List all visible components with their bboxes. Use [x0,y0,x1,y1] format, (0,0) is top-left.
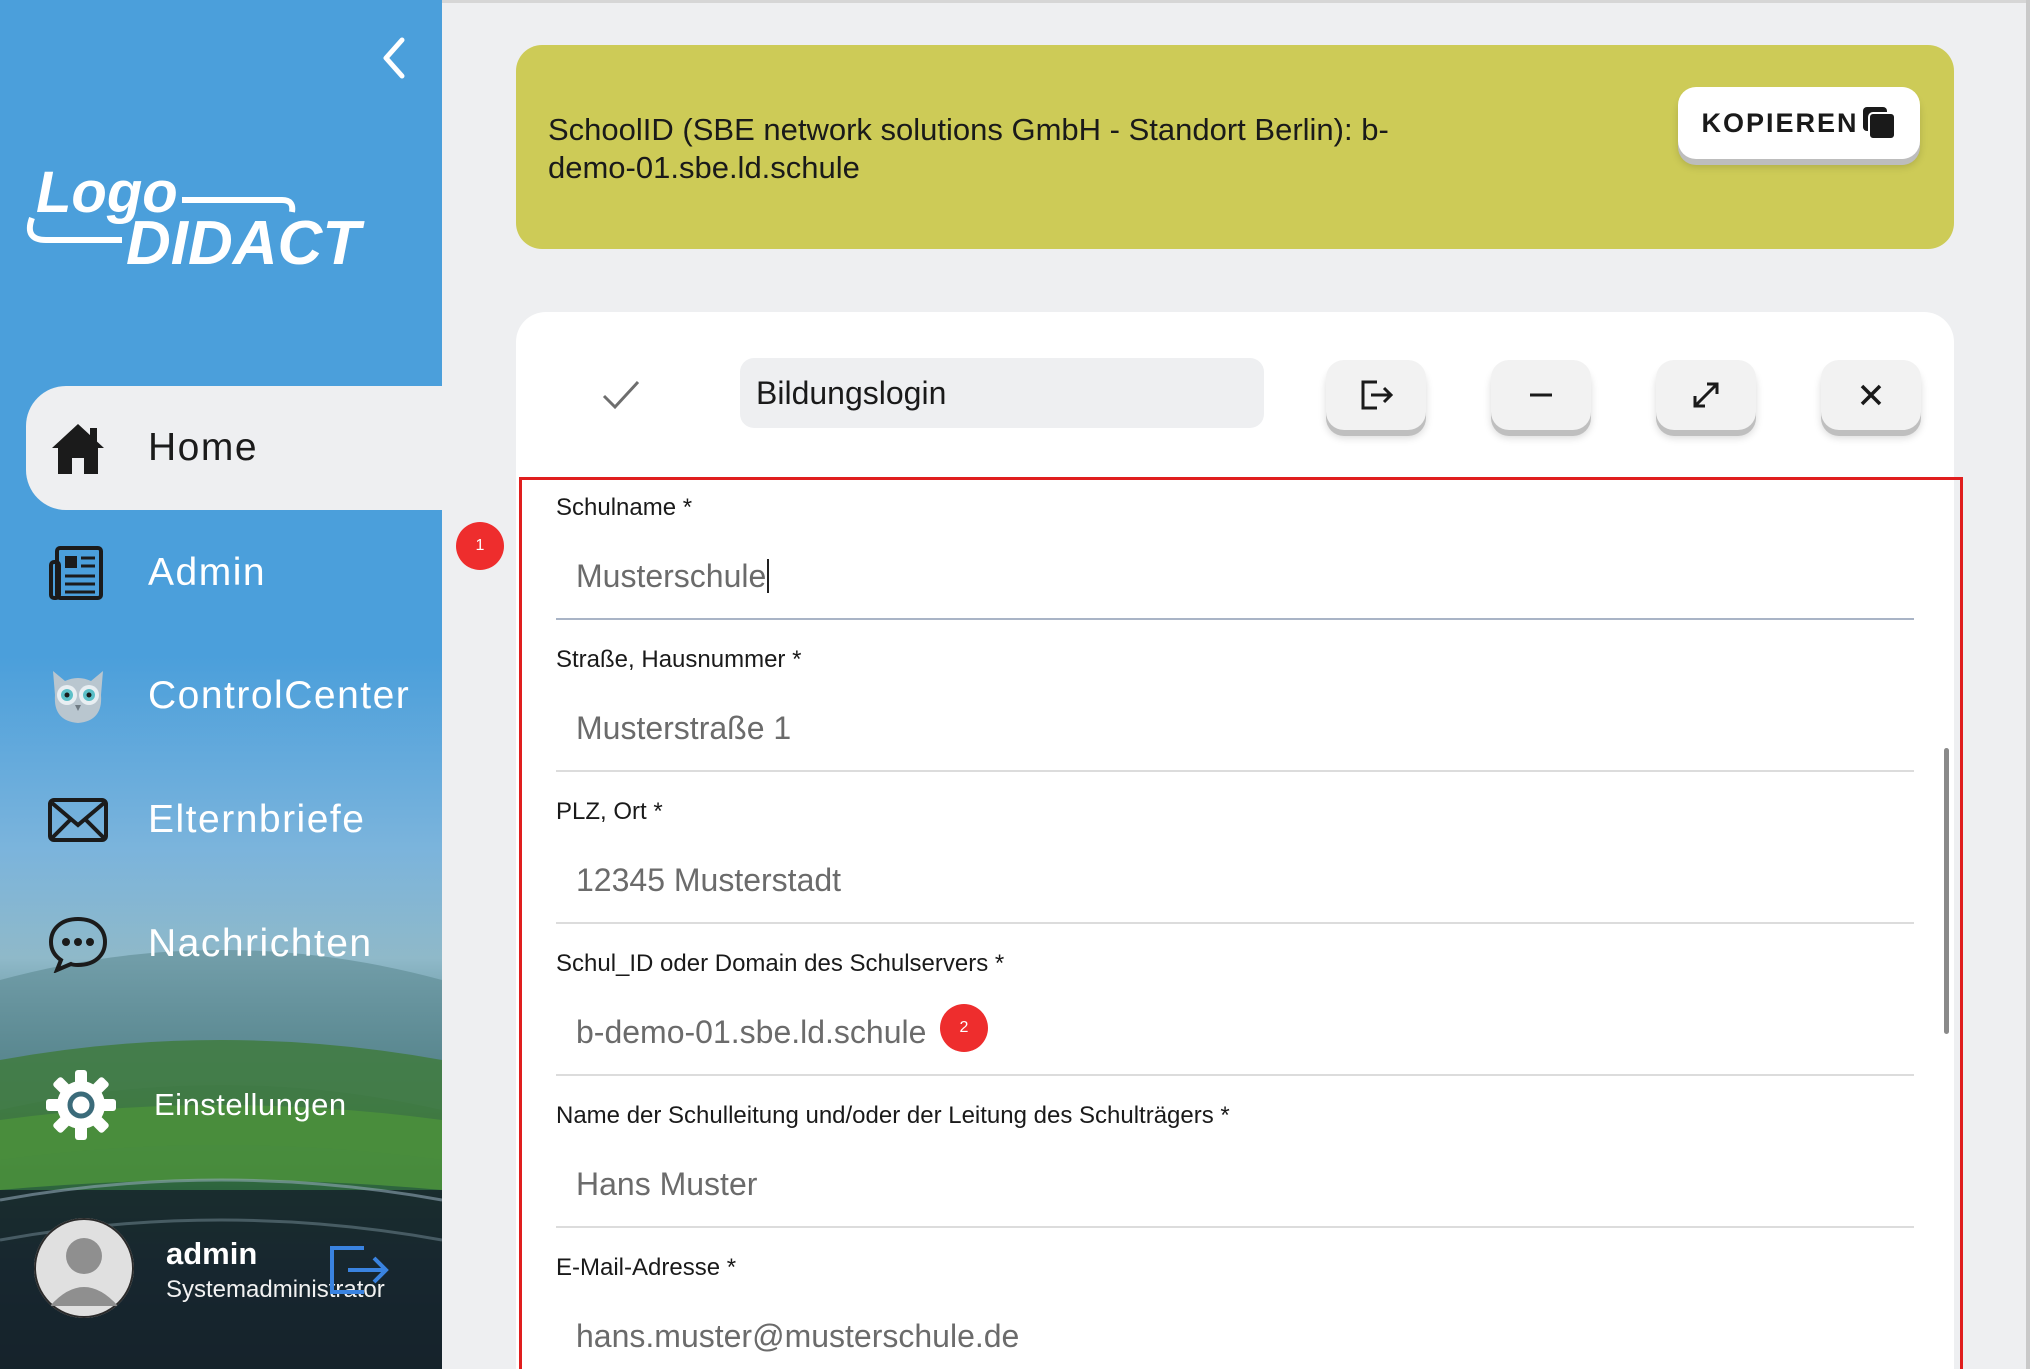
schulname-input[interactable]: Musterschule [576,558,770,595]
schulleitung-input[interactable]: Hans Muster [576,1166,757,1203]
nav-item-nachrichten[interactable]: Nachrichten [26,882,442,1006]
close-button[interactable] [1821,360,1921,430]
envelope-icon [46,788,110,852]
form-field-schul-id[interactable]: Schul_ID oder Domain des Schulservers * … [556,950,1914,1076]
gear-icon [46,1070,116,1140]
minimize-button[interactable] [1491,360,1591,430]
export-button[interactable] [1326,360,1426,430]
field-underline [556,1226,1914,1228]
form-field-email[interactable]: E-Mail-Adresse * hans.muster@musterschul… [556,1254,1914,1354]
form-field-schulname[interactable]: Schulname * Musterschule [556,494,1914,620]
plz-ort-input[interactable]: 12345 Musterstadt [576,862,841,899]
maximize-button[interactable] [1656,360,1756,430]
form-field-plz-ort[interactable]: PLZ, Ort * 12345 Musterstadt [556,798,1914,924]
field-label: Schul_ID oder Domain des Schulservers * [556,950,1005,977]
user-profile: admin Systemadministrator [34,1218,434,1328]
nav-item-settings[interactable]: Einstellungen [44,1068,347,1142]
checkmark-icon[interactable] [600,374,642,416]
nav-item-admin[interactable]: Admin [26,511,442,635]
window-top-edge [442,0,2030,3]
annotation-badge-1: 1 [456,522,504,570]
expand-icon [1693,382,1719,408]
field-label: Name der Schulleitung und/oder der Leitu… [556,1102,1230,1129]
copy-icon [1862,107,1896,140]
newspaper-icon [46,541,110,605]
field-underline [556,922,1914,924]
home-icon [46,416,110,480]
nav-label-nachrichten: Nachrichten [148,922,373,965]
field-label: E-Mail-Adresse * [556,1254,737,1281]
field-label: Straße, Hausnummer * [556,646,802,673]
nav-item-home[interactable]: Home [26,386,442,510]
owl-icon [46,664,110,728]
chat-bubble-icon [46,912,110,976]
form-scrollbar[interactable] [1944,748,1949,1034]
field-underline [556,770,1914,772]
sidebar: Logo DIDACT Home Admin ControlCenter Elt… [0,0,442,1369]
logo-text-bottom: DIDACT [126,209,365,278]
school-id-banner: SchoolID (SBE network solutions GmbH - S… [516,45,1954,249]
strasse-input[interactable]: Musterstraße 1 [576,710,791,747]
avatar [34,1218,134,1318]
nav-label-elternbriefe: Elternbriefe [148,798,366,841]
school-id-text: SchoolID (SBE network solutions GmbH - S… [548,112,1389,185]
field-underline [556,618,1914,620]
close-icon [1860,384,1882,406]
annotation-badge-2: 2 [940,1004,988,1052]
window-right-edge [2026,0,2030,1369]
module-name-field[interactable]: Bildungslogin [740,358,1264,428]
minus-icon [1530,393,1552,397]
collapse-sidebar-button[interactable] [372,30,416,86]
email-input[interactable]: hans.muster@musterschule.de [576,1318,1019,1355]
nav-label-admin: Admin [148,551,267,594]
copy-button[interactable]: KOPIEREN [1678,87,1920,159]
nav-item-elternbriefe[interactable]: Elternbriefe [26,758,442,882]
form-field-schulleitung[interactable]: Name der Schulleitung und/oder der Leitu… [556,1102,1914,1228]
export-icon [1361,380,1394,410]
nav-item-controlcenter[interactable]: ControlCenter [26,634,442,758]
chevron-left-icon [383,37,405,79]
field-underline [556,1074,1914,1076]
user-name: admin [166,1236,258,1271]
user-avatar-icon [34,1218,134,1318]
field-label: Schulname * [556,494,693,521]
nav-label-settings: Einstellungen [154,1087,347,1122]
field-label: PLZ, Ort * [556,798,663,825]
logout-icon[interactable] [324,1240,394,1300]
nav-label-controlcenter: ControlCenter [148,674,411,717]
form-field-strasse[interactable]: Straße, Hausnummer * Musterstraße 1 [556,646,1914,772]
nav-label-home: Home [148,426,259,469]
copy-button-label: KOPIEREN [1701,107,1859,138]
logodidact-logo: Logo DIDACT [26,160,365,278]
schul-id-input[interactable]: b-demo-01.sbe.ld.schule [576,1014,926,1051]
text-caret [767,559,770,593]
